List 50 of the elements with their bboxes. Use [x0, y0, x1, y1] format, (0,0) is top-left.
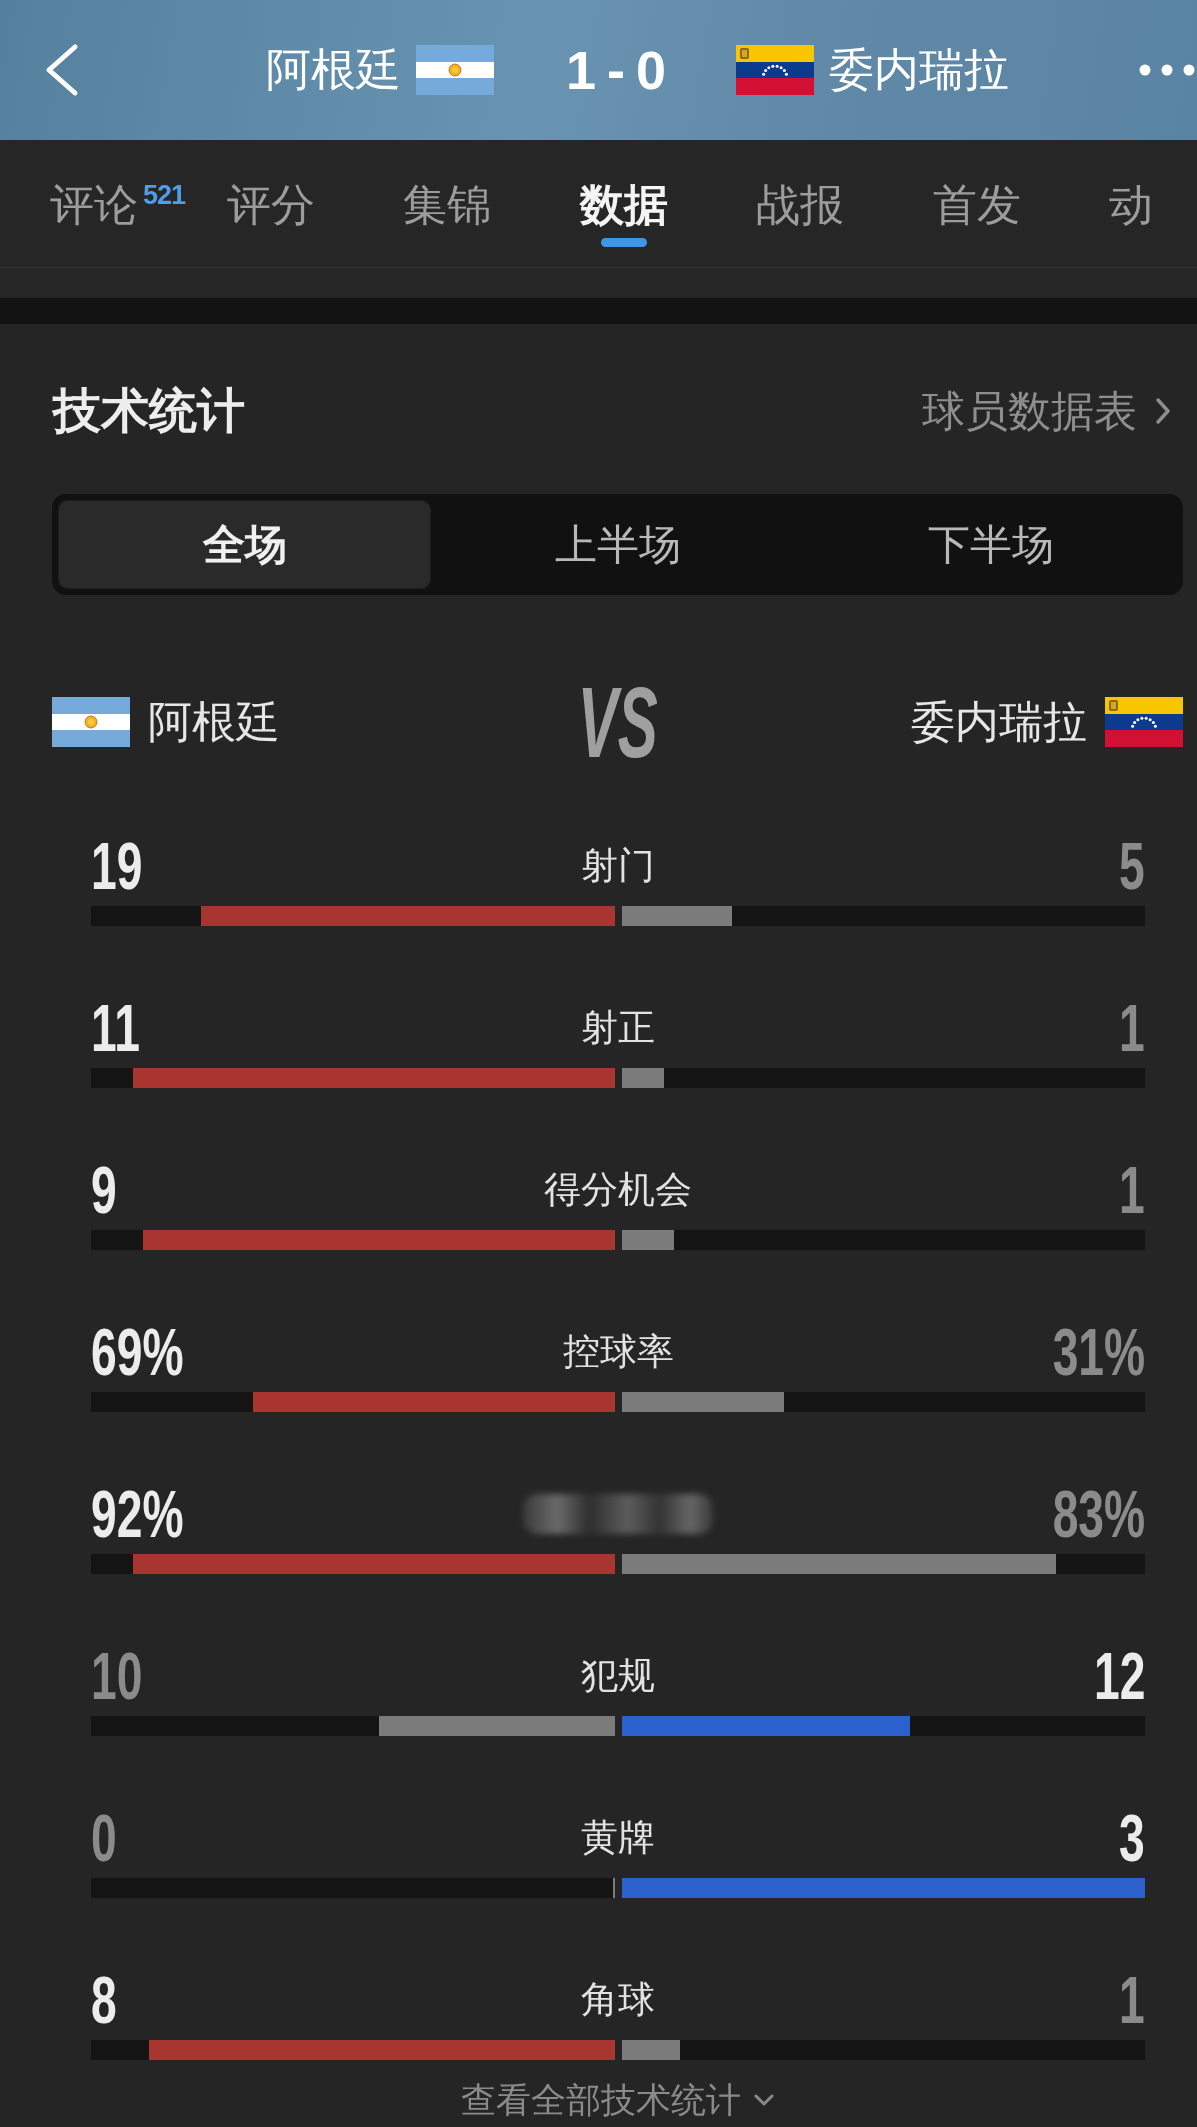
stat-value: 1 [1119, 993, 1145, 1063]
team-name: 阿根廷 [148, 696, 280, 748]
stat-value: 3 [1119, 1803, 1145, 1873]
tab[interactable]: 评分 [226, 179, 315, 247]
stat-label: 射门 [581, 844, 655, 888]
stat-value: 19 [91, 831, 143, 901]
stat-value: 1 [1119, 1155, 1145, 1225]
stat-value: 1 [1119, 1965, 1145, 2035]
flag-icon [1105, 697, 1183, 747]
period-tab[interactable]: 下半场 [804, 500, 1177, 589]
stat-value: 0 [91, 1803, 117, 1873]
period-tab[interactable]: 全场 [58, 500, 431, 589]
stat-label: 黄牌 [581, 1816, 655, 1860]
all-stats-link[interactable]: 查看全部技术统计 [461, 2080, 775, 2120]
team-name: 阿根廷 [266, 43, 401, 97]
flag-icon [416, 45, 494, 95]
stat-value: 31% [1052, 1317, 1145, 1387]
stat-label: 射正 [581, 1006, 655, 1050]
vs-logo: VS [577, 682, 658, 762]
team-name: 委内瑞拉 [911, 696, 1087, 748]
period-tab[interactable]: 上半场 [431, 500, 804, 589]
chevron-right-icon [1155, 397, 1171, 425]
stat-value: 5 [1119, 831, 1145, 901]
stat-value: 92% [91, 1479, 184, 1549]
selected-tab-indicator [600, 238, 647, 247]
tab[interactable]: 首发 [932, 179, 1021, 247]
stat-value: 11 [91, 993, 140, 1063]
stat-value: 10 [91, 1641, 143, 1711]
tab[interactable]: 数据 [579, 179, 668, 247]
flag-icon [52, 697, 130, 747]
comment-count: 521 [143, 181, 186, 209]
player-stats-link[interactable]: 球员数据表 [922, 383, 1171, 439]
tab[interactable]: 战报 [756, 179, 844, 247]
stat-value: 69% [91, 1317, 184, 1387]
stat-label: 得分机会 [544, 1168, 692, 1212]
stat-value: 83% [1052, 1479, 1145, 1549]
more-icon[interactable] [1139, 64, 1195, 76]
chevron-down-icon [753, 2093, 775, 2107]
stat-label: 控球率 [562, 1330, 674, 1374]
match-score: 1 - 0 [566, 40, 665, 100]
flag-icon [736, 45, 815, 95]
team-name: 委内瑞拉 [829, 43, 1010, 97]
tab[interactable]: 动 [1109, 179, 1153, 247]
stat-value: 8 [91, 1965, 117, 2035]
stat-label: 犯规 [581, 1654, 655, 1698]
tab[interactable]: 集锦 [403, 179, 491, 247]
section-title: 技术统计 [53, 383, 245, 439]
stat-value: 9 [91, 1155, 117, 1225]
stat-value: 12 [1093, 1641, 1145, 1711]
stat-label: 角球 [581, 1978, 655, 2022]
